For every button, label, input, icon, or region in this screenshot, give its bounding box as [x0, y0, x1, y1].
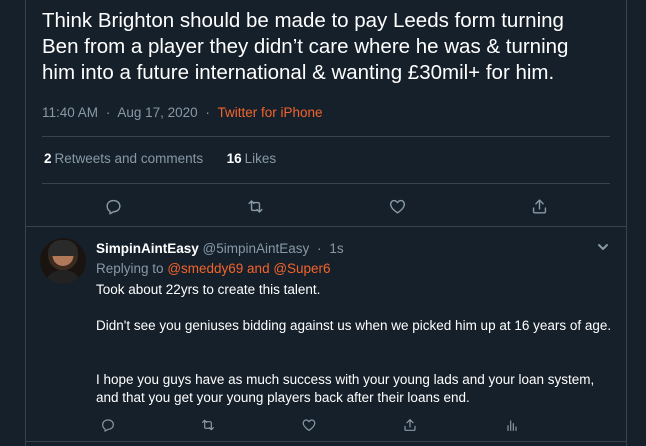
reply-paragraph: Didn't see you geniuses bidding against … [96, 318, 612, 333]
divider [26, 441, 626, 442]
retweets-stat[interactable]: 2 Retweets and comments [44, 151, 203, 166]
tweet-date[interactable]: Aug 17, 2020 [117, 105, 197, 120]
replying-mentions[interactable]: @smeddy69 and @Super6 [167, 261, 330, 276]
chevron-down-icon[interactable] [596, 240, 610, 254]
replying-prefix: Replying to [96, 261, 164, 276]
likes-label: Likes [244, 151, 277, 166]
replying-to: Replying to @smeddy69 and @Super6 [96, 261, 331, 276]
heart-icon[interactable] [297, 413, 321, 437]
reply-header: SimpinAintEasy @5impinAintEasy · 1s [96, 241, 344, 256]
retweets-label: Retweets and comments [54, 151, 204, 166]
meta-separator: · [105, 105, 111, 120]
tweet-time[interactable]: 11:40 AM [42, 105, 98, 120]
column-border-right [626, 0, 627, 446]
reply-time[interactable]: 1s [329, 241, 343, 256]
heart-icon[interactable] [385, 194, 409, 218]
avatar[interactable] [40, 238, 86, 284]
reply-display-name[interactable]: SimpinAintEasy [96, 241, 199, 256]
reply-icon[interactable] [101, 194, 125, 218]
tweet-source-link[interactable]: Twitter for iPhone [217, 105, 322, 120]
likes-count: 16 [226, 151, 242, 166]
divider [42, 136, 610, 137]
retweets-count: 2 [44, 151, 52, 166]
tweet-detail-view: Think Brighton should be made to pay Lee… [0, 0, 646, 446]
retweet-icon[interactable] [243, 194, 267, 218]
reply-handle[interactable]: @5impinAintEasy [203, 241, 310, 256]
column-border-left [25, 0, 26, 446]
tweet-text: Think Brighton should be made to pay Lee… [42, 9, 569, 84]
tweet-stats: 2 Retweets and comments 16 Likes [44, 151, 276, 166]
reply-paragraph: Took about 22yrs to create this talent. [96, 282, 321, 297]
retweet-icon[interactable] [196, 413, 220, 437]
share-icon[interactable] [398, 413, 422, 437]
analytics-icon[interactable] [500, 413, 524, 437]
divider [26, 226, 626, 227]
divider [42, 183, 610, 184]
reply-icon[interactable] [96, 413, 120, 437]
meta-separator: · [205, 105, 210, 120]
likes-stat[interactable]: 16 Likes [227, 151, 277, 166]
reply-paragraph: I hope you guys have as much success wit… [96, 372, 595, 405]
reply-separator: · [317, 241, 322, 256]
tweet-meta: 11:40 AM · Aug 17, 2020 · Twitter for iP… [42, 105, 322, 120]
share-icon[interactable] [527, 194, 551, 218]
